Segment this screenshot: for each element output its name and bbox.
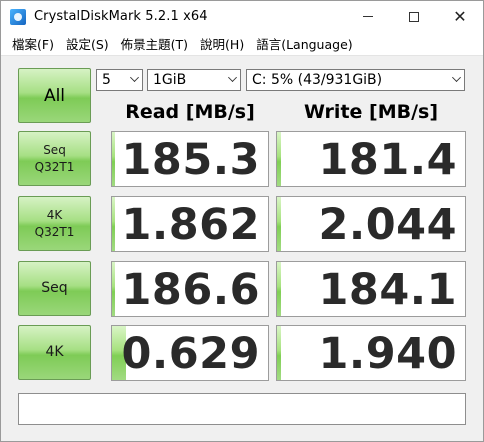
4k-write-result: 1.940 (276, 325, 466, 381)
test-label-line2: Q32T1 (34, 224, 75, 239)
seq-q32t1-write-result: 181.4 (276, 131, 466, 187)
chevron-down-icon (228, 73, 237, 82)
minimize-icon (363, 16, 373, 17)
4k-q32t1-read-result: 1.862 (111, 196, 269, 252)
test-count-select[interactable]: 5 (96, 69, 143, 91)
test-label-line1: Seq (43, 142, 66, 157)
test-label-line1: 4K (46, 207, 63, 222)
close-icon: ✕ (453, 6, 467, 26)
menu-language[interactable]: 語言(Language) (251, 34, 357, 53)
maximize-icon (409, 11, 419, 22)
minimize-button[interactable] (345, 1, 391, 32)
write-progress-bar (277, 132, 281, 186)
4k-q32t1-write-result: 2.044 (276, 196, 466, 252)
seq-read-result: 186.6 (111, 261, 269, 317)
menu-bar: 檔案(F) 設定(S) 佈景主題(T) 說明(H) 語言(Language) (1, 32, 483, 56)
comment-input[interactable] (18, 393, 466, 425)
read-value: 185.3 (121, 135, 260, 185)
read-value: 1.862 (121, 200, 260, 250)
read-column-header: Read [MB/s] (125, 101, 255, 123)
seq-button[interactable]: Seq (18, 261, 91, 316)
write-progress-bar (277, 262, 281, 316)
test-count-value: 5 (102, 72, 111, 88)
read-progress-bar (112, 132, 116, 186)
drive-select[interactable]: C: 5% (43/931GiB) (246, 69, 465, 91)
write-value: 1.940 (318, 329, 457, 379)
4k-q32t1-button[interactable]: 4K Q32T1 (18, 196, 91, 251)
write-progress-bar (277, 326, 281, 380)
chevron-down-icon (130, 73, 139, 82)
menu-theme[interactable]: 佈景主題(T) (116, 34, 193, 53)
test-label-line1: Seq (41, 280, 68, 296)
window-title: CrystalDiskMark 5.2.1 x64 (34, 9, 208, 24)
all-tests-button[interactable]: All (18, 68, 91, 123)
title-bar[interactable]: CrystalDiskMark 5.2.1 x64 ✕ (1, 1, 483, 32)
app-disk-icon (10, 8, 26, 25)
menu-file[interactable]: 檔案(F) (7, 34, 59, 53)
test-label-line1: 4K (45, 344, 64, 360)
app-window: CrystalDiskMark 5.2.1 x64 ✕ 檔案(F) 設定(S) … (0, 0, 484, 442)
test-size-value: 1GiB (153, 72, 187, 88)
menu-help[interactable]: 說明(H) (195, 34, 249, 53)
test-label-line2: Q32T1 (34, 159, 75, 174)
seq-q32t1-button[interactable]: Seq Q32T1 (18, 131, 91, 186)
read-value: 0.629 (121, 329, 260, 379)
write-column-header: Write [MB/s] (303, 101, 439, 123)
write-value: 184.1 (318, 265, 457, 315)
read-progress-bar (112, 197, 116, 251)
write-value: 2.044 (318, 200, 457, 250)
test-size-select[interactable]: 1GiB (147, 69, 241, 91)
menu-settings[interactable]: 設定(S) (61, 34, 114, 53)
chevron-down-icon (452, 73, 461, 82)
write-progress-bar (277, 197, 281, 251)
write-value: 181.4 (318, 135, 457, 185)
seq-q32t1-read-result: 185.3 (111, 131, 269, 187)
read-progress-bar (112, 262, 116, 316)
window-controls: ✕ (345, 1, 483, 32)
close-button[interactable]: ✕ (437, 1, 483, 32)
4k-read-result: 0.629 (111, 325, 269, 381)
read-value: 186.6 (121, 265, 260, 315)
maximize-button[interactable] (391, 1, 437, 32)
seq-write-result: 184.1 (276, 261, 466, 317)
4k-button[interactable]: 4K (18, 325, 91, 380)
drive-value: C: 5% (43/931GiB) (252, 72, 383, 88)
